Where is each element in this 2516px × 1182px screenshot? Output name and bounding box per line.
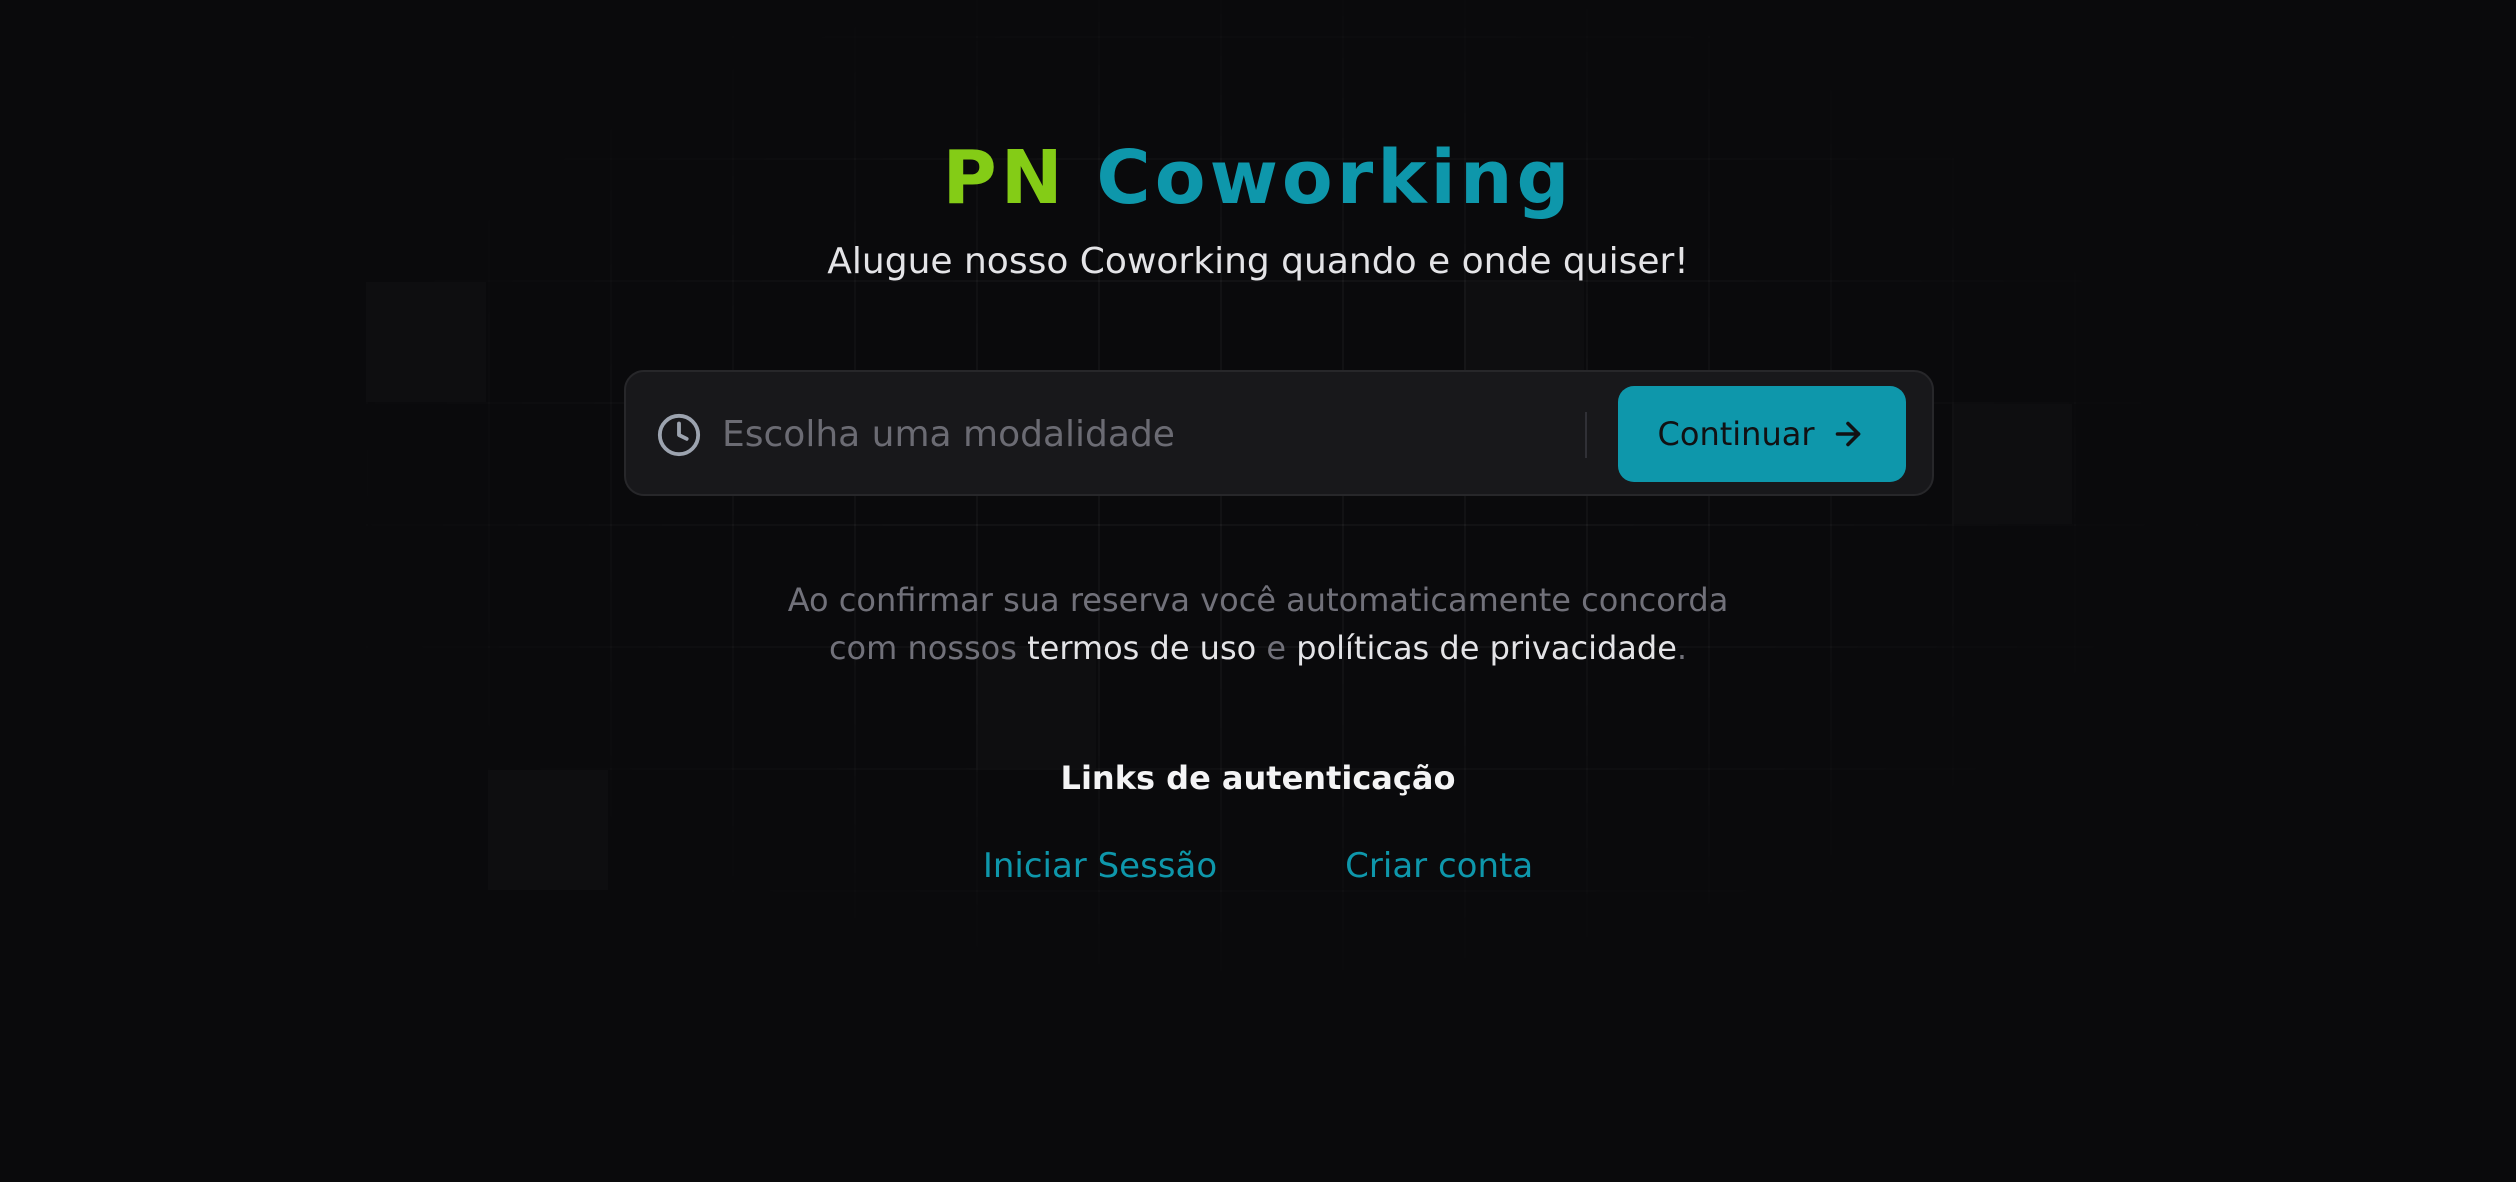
- clock-icon: [657, 413, 701, 457]
- hero-subtitle: Alugue nosso Coworking quando e onde qui…: [827, 241, 1689, 282]
- signup-link[interactable]: Criar conta: [1345, 842, 1533, 890]
- arrow-right-icon: [1836, 421, 1861, 447]
- terms-suffix: .: [1676, 629, 1688, 667]
- auth-links-heading: Links de autenticação: [1060, 759, 1456, 797]
- input-divider: [1585, 412, 1587, 458]
- terms-conjunction: e: [1266, 629, 1287, 667]
- title-brand-prefix: PN: [942, 135, 1067, 221]
- continue-button[interactable]: Continuar: [1618, 386, 1906, 482]
- privacy-policy-link[interactable]: políticas de privacidade: [1296, 629, 1677, 667]
- title-brand-name: Coworking: [1096, 135, 1574, 221]
- terms-line1: Ao confirmar sua reserva você automatica…: [787, 581, 1729, 619]
- modality-input[interactable]: [722, 400, 1562, 468]
- reservation-search-bar: Continuar: [624, 370, 1934, 496]
- main-content: PN Coworking Alugue nosso Coworking quan…: [0, 0, 2516, 1182]
- login-link[interactable]: Iniciar Sessão: [983, 842, 1217, 890]
- continue-button-label: Continuar: [1657, 415, 1815, 453]
- terms-of-use-link[interactable]: termos de uso: [1027, 629, 1256, 667]
- page: PN Coworking Alugue nosso Coworking quan…: [0, 0, 2516, 1182]
- app-title: PN Coworking: [0, 128, 2516, 228]
- auth-links: Iniciar Sessão Criar conta: [0, 842, 2516, 890]
- terms-prefix: com nossos: [828, 629, 1017, 667]
- terms-notice: Ao confirmar sua reserva você automatica…: [0, 576, 2516, 672]
